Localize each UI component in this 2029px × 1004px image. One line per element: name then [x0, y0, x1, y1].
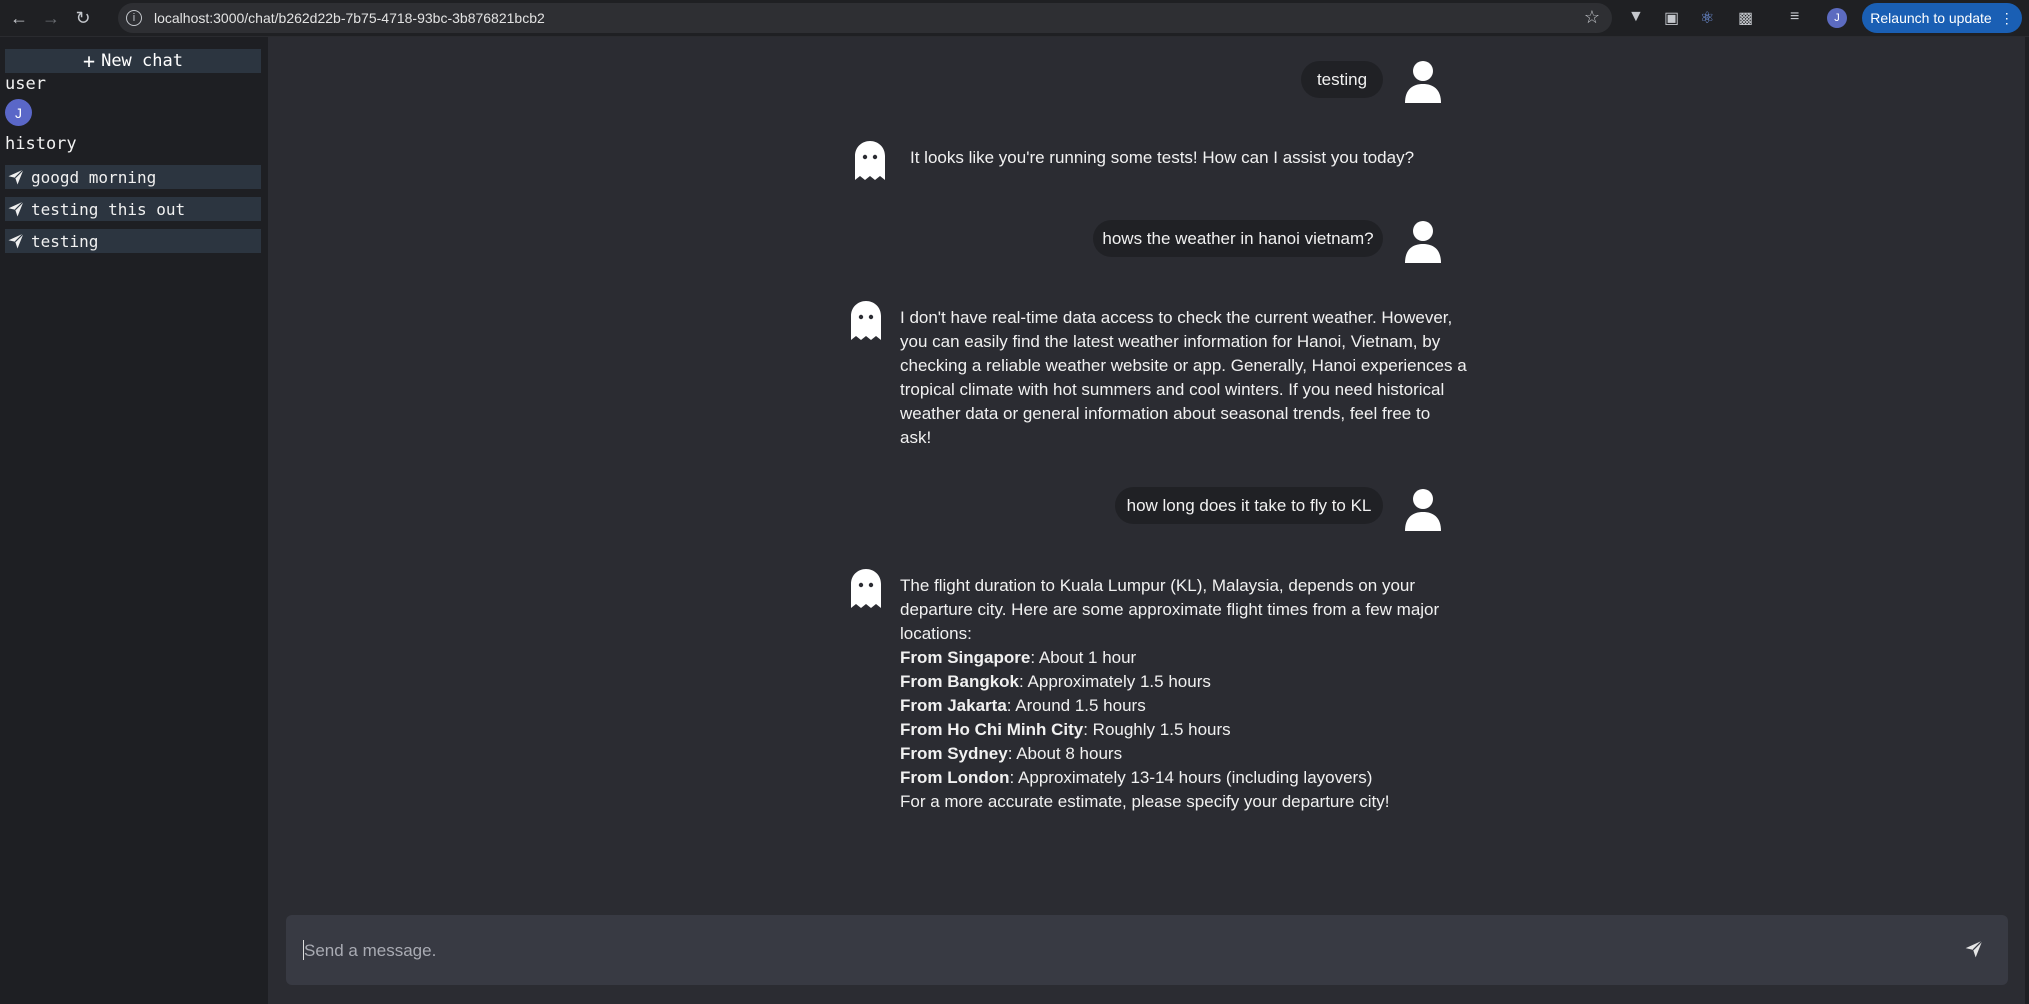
paper-plane-icon: [8, 201, 24, 217]
history-item-label: testing this out: [31, 199, 186, 219]
message-composer: [286, 915, 2008, 987]
user-avatar[interactable]: J: [5, 99, 32, 126]
user-message-bubble: how long does it take to fly to KL: [1115, 487, 1383, 524]
flight-city: From Bangkok: [900, 672, 1020, 691]
flight-city: From Ho Chi Minh City: [900, 720, 1084, 739]
flight-time-item: From Jakarta: Around 1.5 hours: [900, 694, 1439, 718]
bot-text-line: tropical climate with hot summers and co…: [900, 380, 1445, 399]
relaunch-button[interactable]: Relaunch to update ⋮: [1862, 3, 2022, 33]
send-icon[interactable]: [1964, 939, 1984, 959]
flight-duration: : About 1 hour: [1030, 648, 1137, 667]
reading-list-icon[interactable]: ≡: [1790, 8, 1799, 26]
flight-time-item: From Ho Chi Minh City: Roughly 1.5 hours: [900, 718, 1439, 742]
user-person-icon: [1405, 61, 1441, 103]
flight-city: From Singapore: [900, 648, 1031, 667]
reload-icon[interactable]: ↻: [70, 5, 96, 31]
vue-extension-icon[interactable]: ▼: [1628, 8, 1644, 26]
flight-city: From Sydney: [900, 744, 1008, 763]
message-input[interactable]: [302, 915, 1926, 987]
bookmark-star-icon[interactable]: ☆: [1584, 7, 1600, 28]
flight-duration: : About 8 hours: [1007, 744, 1123, 763]
browser-toolbar: ← → ↻ i localhost:3000/chat/b262d22b-7b7…: [0, 0, 2029, 37]
forward-icon[interactable]: →: [38, 5, 64, 31]
profile-avatar[interactable]: J: [1827, 8, 1847, 28]
bot-text-line: locations:: [900, 624, 972, 643]
plus-icon: +: [83, 49, 96, 73]
flight-time-item: From London: Approximately 13-14 hours (…: [900, 766, 1439, 790]
bot-message-text: The flight duration to Kuala Lumpur (KL)…: [900, 574, 1439, 814]
flight-city: From Jakarta: [900, 696, 1007, 715]
paper-plane-icon: [8, 169, 24, 185]
flight-duration: : Around 1.5 hours: [1006, 696, 1146, 715]
new-chat-label: New chat: [101, 51, 183, 71]
react-devtools-icon[interactable]: ⚛: [1700, 8, 1714, 28]
history-item[interactable]: googd morning: [5, 165, 261, 189]
bot-text-line: you can easily find the latest weather i…: [900, 332, 1441, 351]
site-info-icon[interactable]: i: [126, 10, 142, 26]
address-bar[interactable]: i localhost:3000/chat/b262d22b-7b75-4718…: [118, 3, 1612, 33]
paper-plane-icon: [8, 233, 24, 249]
url-text[interactable]: localhost:3000/chat/b262d22b-7b75-4718-9…: [154, 10, 545, 26]
bot-text-line: ask!: [900, 428, 932, 447]
flight-time-item: From Bangkok: Approximately 1.5 hours: [900, 670, 1439, 694]
user-message-bubble: hows the weather in hanoi vietnam?: [1093, 220, 1383, 257]
flight-city: From London: [900, 768, 1010, 787]
right-edge-panel: [2025, 37, 2029, 1004]
history-item-label: googd morning: [31, 167, 157, 187]
flight-duration: : Approximately 13-14 hours (including l…: [1009, 768, 1373, 787]
extension-icon[interactable]: ▣: [1664, 8, 1679, 28]
history-section-label: history: [5, 134, 77, 154]
flight-duration: : Approximately 1.5 hours: [1019, 672, 1211, 691]
user-section-label: user: [5, 74, 46, 94]
bot-text-line: For a more accurate estimate, please spe…: [900, 792, 1390, 811]
bot-text-line: The flight duration to Kuala Lumpur (KL)…: [900, 576, 1416, 595]
bot-text-line: I don't have real-time data access to ch…: [900, 308, 1453, 327]
bot-text-line: departure city. Here are some approximat…: [900, 600, 1440, 619]
history-item-label: testing: [31, 231, 99, 251]
back-icon[interactable]: ←: [6, 5, 32, 31]
relaunch-label: Relaunch to update: [1870, 10, 1992, 26]
bot-ghost-icon: [851, 569, 881, 608]
user-person-icon: [1405, 221, 1441, 263]
sidebar: + New chat user J history googd morning …: [0, 37, 268, 1004]
more-menu-icon[interactable]: ⋮: [2000, 10, 2014, 27]
extensions-puzzle-icon[interactable]: ▩: [1738, 8, 1753, 28]
bot-ghost-icon: [851, 301, 881, 340]
bot-ghost-icon: [855, 141, 885, 180]
flight-time-item: From Singapore: About 1 hour: [900, 646, 1439, 670]
bot-message-text: It looks like you're running some tests!…: [910, 148, 1415, 167]
new-chat-button[interactable]: + New chat: [5, 49, 261, 73]
flight-time-item: From Sydney: About 8 hours: [900, 742, 1439, 766]
bot-text-line: checking a reliable weather website or a…: [900, 356, 1467, 375]
history-item[interactable]: testing: [5, 229, 261, 253]
text-cursor: [303, 940, 304, 960]
bot-text-line: weather data or general information abou…: [900, 404, 1431, 423]
user-message-bubble: testing: [1301, 61, 1383, 98]
bot-message-text: I don't have real-time data access to ch…: [900, 306, 1467, 450]
user-person-icon: [1405, 489, 1441, 531]
history-item[interactable]: testing this out: [5, 197, 261, 221]
flight-duration: : Roughly 1.5 hours: [1083, 720, 1231, 739]
